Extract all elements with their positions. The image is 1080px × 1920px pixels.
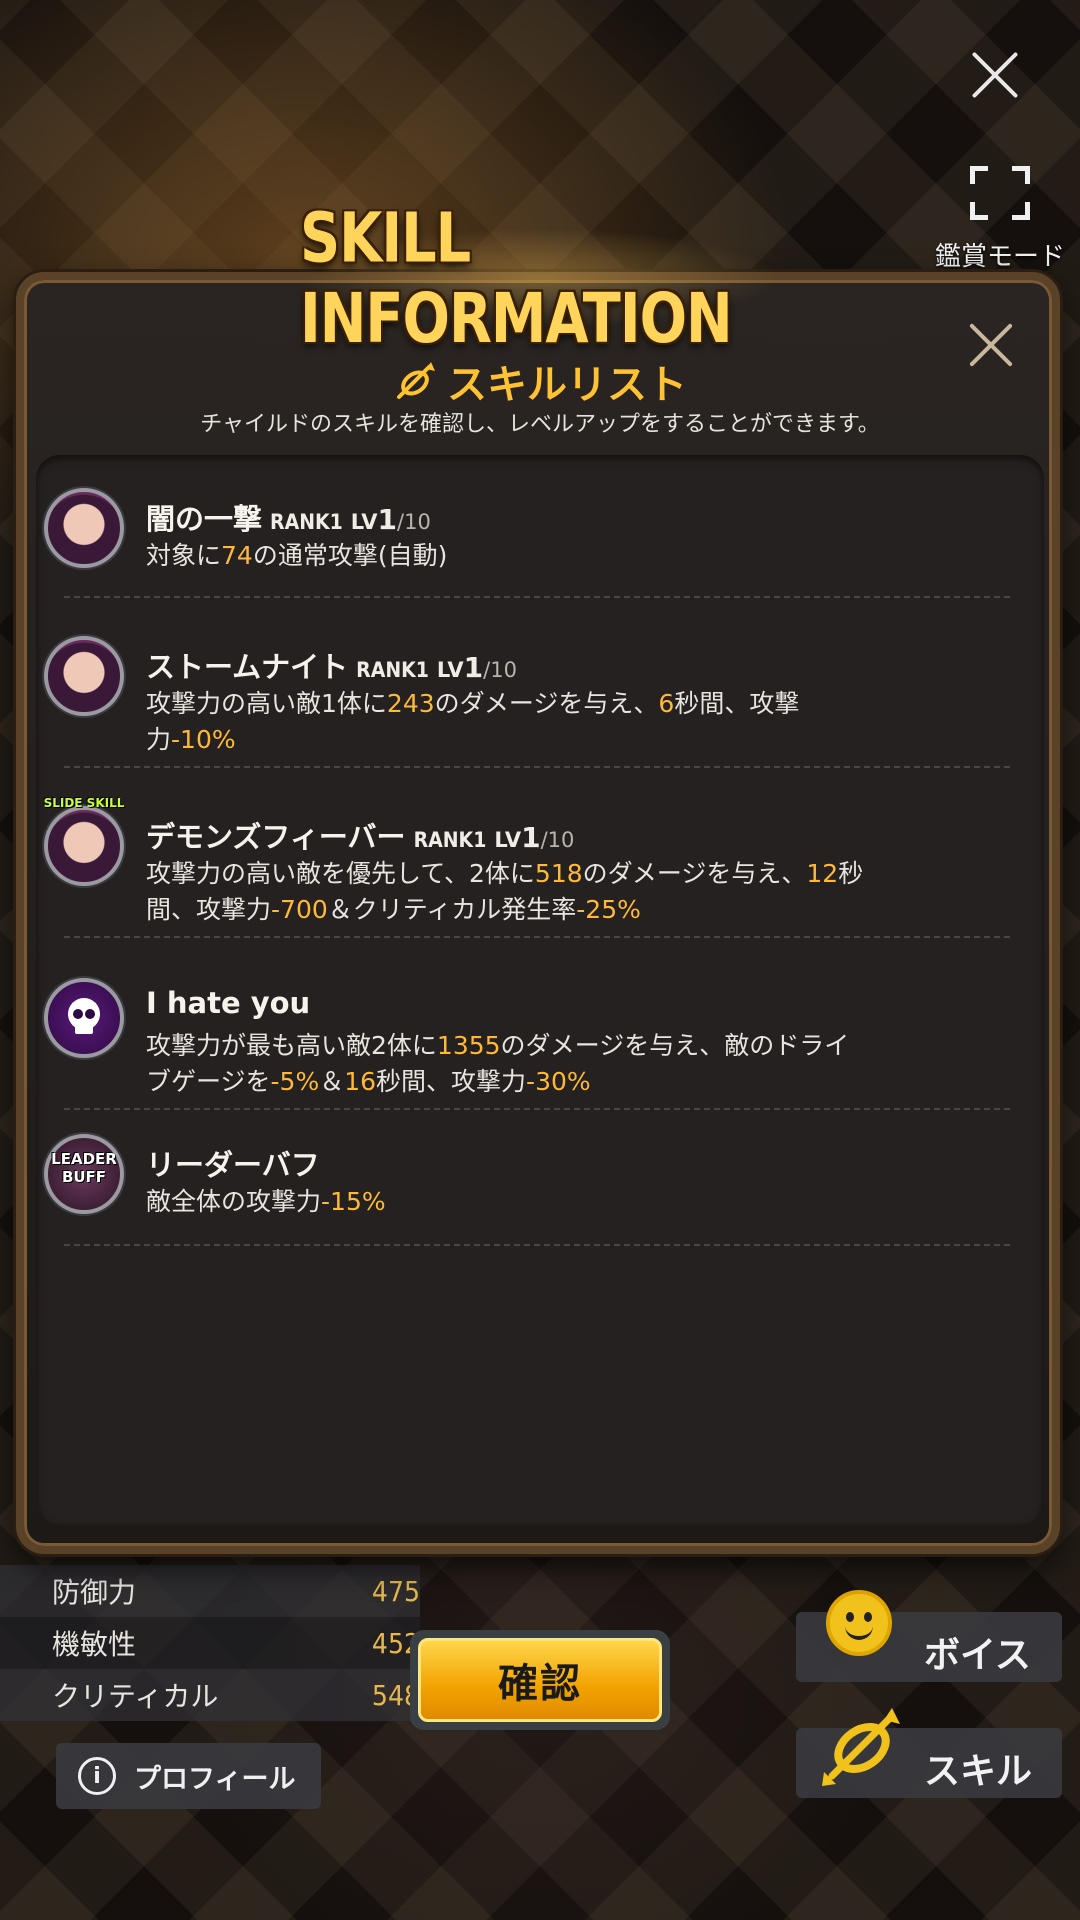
skill-description: 敵全体の攻撃力-15% (146, 1184, 866, 1220)
skill-level: LV1/10 (437, 651, 517, 684)
highlight-value: 518 (534, 859, 583, 888)
stat-label: クリティカル (52, 1680, 219, 1713)
confirm-button-label: 確認 (418, 1638, 662, 1722)
skill-level-value: 1 (521, 821, 541, 854)
divider (64, 596, 1010, 598)
voice-button-label: ボイス (924, 1635, 1031, 1676)
close-icon[interactable] (960, 40, 1030, 110)
skill-name-line: 闇の一撃 RANK1 LV1/10 (146, 496, 431, 538)
smile-icon (826, 1590, 892, 1656)
skill-level-value: 1 (463, 651, 484, 684)
highlight-value: 1355 (436, 1031, 501, 1060)
skill-level-max: /10 (397, 510, 431, 534)
description-text: 攻撃力の高い敵1体に (146, 689, 387, 718)
skill-button-label: スキル (924, 1751, 1033, 1792)
description-text: のダメージを与え、 (582, 859, 807, 888)
description-text: のダメージを与え、 (434, 689, 659, 718)
skill-name-line: ストームナイト RANK1 LV1/10 (146, 644, 517, 686)
skill-icon (822, 1708, 900, 1786)
skill-level-max: /10 (483, 658, 517, 682)
confirm-button[interactable]: 確認 (410, 1630, 670, 1730)
skill-level-prefix: LV (494, 828, 522, 852)
skill-description: 攻撃力の高い敵1体に243のダメージを与え、6秒間、攻撃力-10% (146, 686, 866, 758)
slide-skill-badge: SLIDE SKILL (43, 796, 125, 810)
profile-button[interactable]: i プロフィール (56, 1743, 321, 1809)
skill-level: LV1/10 (494, 821, 574, 854)
highlight-value: -30% (526, 1067, 591, 1096)
voice-button[interactable]: ボイス (796, 1590, 1062, 1682)
skill-description: 攻撃力が最も高い敵2体に1355のダメージを与え、敵のドライブゲージを-5%＆1… (146, 1028, 866, 1100)
divider (64, 936, 1010, 938)
skill-level-max: /10 (540, 828, 575, 852)
description-text: 攻撃力の高い敵を優先して、2体に (146, 859, 535, 888)
skill-level-value: 1 (377, 503, 398, 536)
profile-button-label: プロフィール (134, 1763, 296, 1795)
skill-name-line: I hate you (146, 986, 310, 1020)
skill-name: リーダーバフ (146, 1148, 320, 1182)
stat-row: 防御力 475 (0, 1565, 420, 1617)
description-text: 対象に (146, 541, 222, 570)
fullscreen-icon (970, 166, 1030, 220)
skill-name-line: リーダーバフ (146, 1142, 320, 1184)
description-text: ＆クリティカル発生率 (327, 895, 577, 924)
stat-row: クリティカル 548 (0, 1669, 420, 1721)
skill-rank: RANK1 (270, 510, 343, 534)
highlight-value: 16 (344, 1067, 377, 1096)
skill-avatar (44, 488, 124, 568)
stats-list: 防御力 475 機敏性 452 クリティカル 548 (0, 1565, 420, 1721)
modal-title: SKILL INFORMATION (300, 197, 733, 359)
description-text: の通常攻撃(自動) (252, 541, 448, 570)
highlight-value: 6 (658, 689, 675, 718)
section-title: スキルリスト (0, 352, 1080, 410)
skill-name: ストームナイト (146, 650, 349, 684)
skill-avatar (44, 806, 124, 886)
skill-rank: RANK1 (356, 658, 429, 682)
info-icon: i (78, 1757, 116, 1795)
section-subtitle: チャイルドのスキルを確認し、レベルアップをすることができます。 (200, 412, 880, 437)
divider (64, 1244, 1010, 1246)
skill-name: デモンズフィーバー (146, 820, 406, 854)
stat-value: 475 (371, 1574, 420, 1608)
skill-level-prefix: LV (436, 658, 464, 682)
description-text: ＆ (319, 1067, 345, 1096)
skill-button[interactable]: スキル (796, 1708, 1062, 1798)
highlight-value: -15% (321, 1187, 386, 1216)
divider (64, 766, 1010, 768)
view-mode-label: 鑑賞モード (934, 242, 1065, 272)
skill-level-prefix: LV (350, 510, 378, 534)
skill-level: LV1/10 (351, 503, 431, 536)
skill-description: 対象に74の通常攻撃(自動) (146, 538, 866, 574)
skill-avatar (44, 636, 124, 716)
modal-title-banner: SKILL INFORMATION (300, 198, 780, 358)
skill-name-line: デモンズフィーバー RANK1 LV1/10 (146, 814, 574, 856)
highlight-value: -700 (271, 895, 328, 924)
section-title-label: スキルリスト (447, 362, 687, 408)
stat-label: 防御力 (52, 1576, 137, 1609)
skill-description: 攻撃力の高い敵を優先して、2体に518のダメージを与え、12秒間、攻撃力-700… (146, 856, 866, 928)
highlight-value: 243 (386, 689, 435, 718)
highlight-value: -5% (270, 1067, 320, 1096)
leader-buff-badge: LEADER BUFF (51, 1150, 117, 1186)
divider (64, 1108, 1010, 1110)
skill-name: I hate you (146, 986, 311, 1020)
highlight-value: 12 (806, 859, 839, 888)
stat-row: 機敏性 452 (0, 1617, 420, 1669)
view-mode-button[interactable]: 鑑賞モード (920, 160, 1080, 272)
description-text: 攻撃力が最も高い敵2体に (146, 1031, 437, 1060)
stat-label: 機敏性 (52, 1628, 137, 1661)
skill-rank: RANK1 (413, 828, 487, 852)
description-text: 敵全体の攻撃力 (146, 1187, 322, 1216)
skill-avatar (44, 978, 124, 1058)
description-text: 秒間、攻撃力 (376, 1067, 527, 1096)
skill-icon (397, 362, 435, 399)
highlight-value: -10% (171, 725, 236, 754)
highlight-value: 74 (221, 541, 253, 570)
skill-name: 闇の一撃 (146, 502, 263, 536)
highlight-value: -25% (576, 895, 641, 924)
skull-icon (68, 998, 100, 1034)
